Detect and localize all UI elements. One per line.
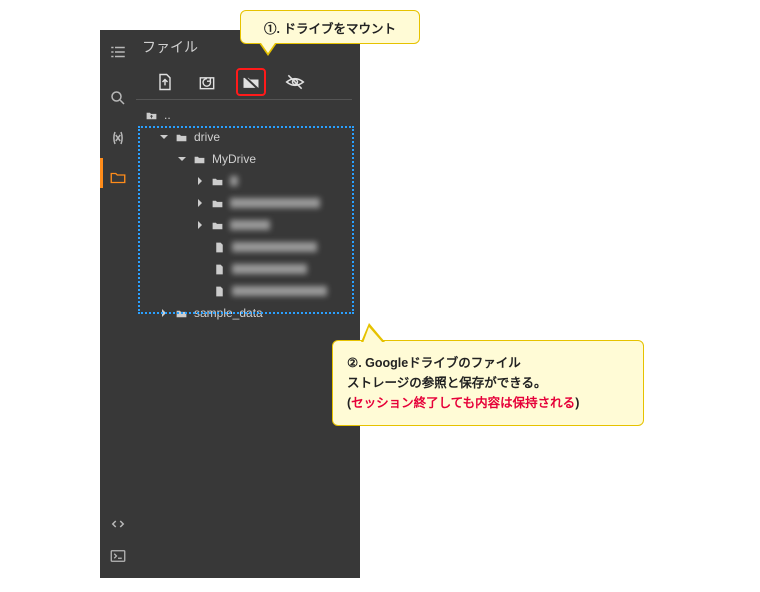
tree-row[interactable] bbox=[136, 258, 360, 280]
terminal-icon[interactable] bbox=[100, 540, 136, 572]
left-rail bbox=[100, 30, 136, 578]
folder-up-icon bbox=[142, 107, 160, 123]
chevron-right-icon bbox=[156, 305, 172, 321]
annotation-callout-1: ①. ドライブをマウント bbox=[240, 10, 420, 44]
chevron-down-icon bbox=[156, 129, 172, 145]
chevron-right-icon bbox=[192, 173, 208, 189]
folder-icon bbox=[208, 195, 226, 211]
toc-icon[interactable] bbox=[100, 36, 136, 68]
blurred-label bbox=[230, 220, 270, 230]
tree-row[interactable] bbox=[136, 214, 360, 236]
tree-row[interactable] bbox=[136, 236, 360, 258]
tree-row[interactable] bbox=[136, 170, 360, 192]
blurred-label bbox=[232, 286, 327, 296]
tree-row-sample-data[interactable]: sample_data bbox=[136, 302, 360, 324]
folder-icon bbox=[190, 151, 208, 167]
file-panel: ファイル .. drive bbox=[100, 30, 360, 578]
tree-row-mydrive[interactable]: MyDrive bbox=[136, 148, 360, 170]
tree-label: .. bbox=[164, 108, 171, 122]
variables-icon[interactable] bbox=[100, 122, 136, 154]
blurred-label bbox=[232, 264, 307, 274]
callout-text: ①. ドライブをマウント bbox=[264, 18, 396, 37]
file-icon bbox=[210, 283, 228, 299]
active-tab-indicator bbox=[100, 158, 103, 188]
blurred-label bbox=[232, 242, 317, 252]
blurred-label bbox=[230, 198, 320, 208]
search-icon[interactable] bbox=[100, 82, 136, 114]
file-panel-main: ファイル .. drive bbox=[136, 30, 360, 578]
chevron-right-icon bbox=[192, 195, 208, 211]
upload-button[interactable] bbox=[152, 69, 178, 95]
folder-icon bbox=[172, 129, 190, 145]
annotation-callout-2: ②. Googleドライブのファイル ストレージの参照と保存ができる。 (セッシ… bbox=[332, 340, 644, 426]
blurred-label bbox=[230, 176, 238, 186]
toggle-hidden-button[interactable] bbox=[282, 69, 308, 95]
callout-line: (セッション終了しても内容は保持される) bbox=[347, 393, 629, 413]
code-snippets-icon[interactable] bbox=[100, 508, 136, 540]
mount-drive-button[interactable] bbox=[236, 68, 266, 96]
tree-label: MyDrive bbox=[212, 152, 256, 166]
file-tree: .. drive MyDrive bbox=[136, 104, 360, 578]
folder-icon bbox=[208, 173, 226, 189]
files-tab-icon[interactable] bbox=[100, 162, 136, 194]
callout-line: ②. Googleドライブのファイル bbox=[347, 353, 629, 373]
chevron-down-icon bbox=[174, 151, 190, 167]
file-icon bbox=[210, 261, 228, 277]
file-toolbar bbox=[136, 64, 352, 100]
callout-line: ストレージの参照と保存ができる。 bbox=[347, 373, 629, 393]
tree-label: sample_data bbox=[194, 306, 263, 320]
tree-label: drive bbox=[194, 130, 220, 144]
tree-row-root[interactable]: .. bbox=[136, 104, 360, 126]
folder-icon bbox=[172, 305, 190, 321]
folder-icon bbox=[208, 217, 226, 233]
refresh-button[interactable] bbox=[194, 69, 220, 95]
file-icon bbox=[210, 239, 228, 255]
tree-row-drive[interactable]: drive bbox=[136, 126, 360, 148]
chevron-right-icon bbox=[192, 217, 208, 233]
tree-row[interactable] bbox=[136, 192, 360, 214]
tree-row[interactable] bbox=[136, 280, 360, 302]
